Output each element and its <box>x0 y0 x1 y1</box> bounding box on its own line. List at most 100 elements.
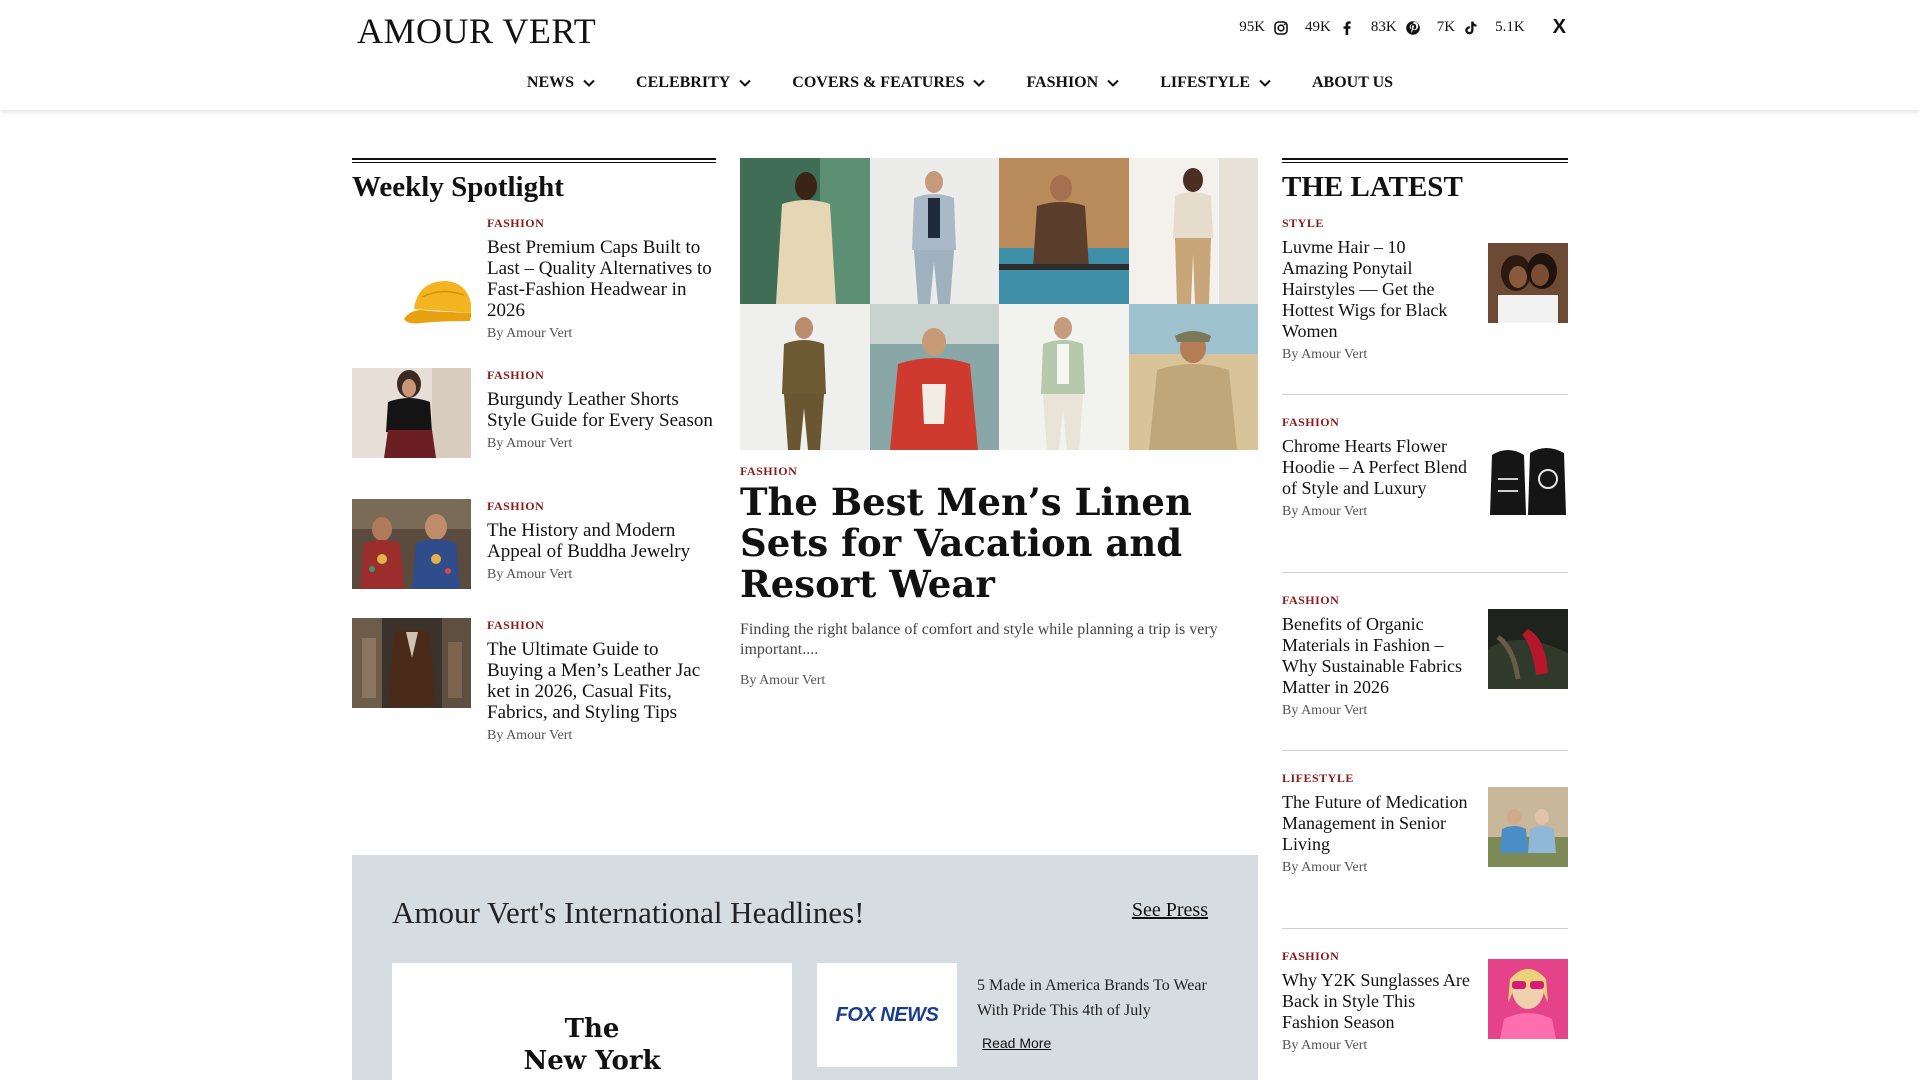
mosaic-photo <box>999 158 1129 304</box>
pinterest-icon <box>1405 20 1421 36</box>
article-byline: By Amour Vert <box>1282 703 1368 718</box>
article-category[interactable]: STYLE <box>1282 216 1472 231</box>
article-title[interactable]: The Future of Medication Management in S… <box>1282 792 1472 855</box>
article-thumbnail[interactable] <box>1488 243 1568 323</box>
site-logo[interactable]: AMOUR VERT <box>357 10 596 52</box>
article-title[interactable]: Why Y2K Sunglasses Are Back in Style Thi… <box>1282 970 1472 1033</box>
article-category[interactable]: FASHION <box>1282 415 1472 430</box>
section-title: Amour Vert's International Headlines! <box>392 895 865 930</box>
mosaic-photo <box>1128 304 1258 450</box>
mosaic-photo <box>869 158 999 304</box>
article-category[interactable]: FASHION <box>1282 593 1472 608</box>
chevron-down-icon <box>973 79 986 87</box>
nav-news[interactable]: NEWS <box>527 74 596 92</box>
social-pinterest[interactable]: 83K <box>1371 19 1421 36</box>
article-category[interactable]: FASHION <box>487 368 717 383</box>
article-title[interactable]: The Best Men’s Linen Sets for Vacation a… <box>740 482 1258 605</box>
press-card-fox[interactable]: FOX NEWS <box>817 963 957 1067</box>
article-thumbnail[interactable] <box>352 618 471 708</box>
social-facebook[interactable]: 49K <box>1305 19 1355 36</box>
nav-label: NEWS <box>526 74 575 91</box>
article-thumbnail[interactable] <box>1488 959 1568 1039</box>
nav-label: COVERS & FEATURES <box>792 74 965 91</box>
divider <box>1282 394 1568 395</box>
article-title[interactable]: The Ultimate Guide to Buying a Men’s Lea… <box>487 639 717 723</box>
article-category[interactable]: FASHION <box>487 499 717 514</box>
nyt-logo-line: The <box>564 1014 620 1044</box>
article-category[interactable]: FASHION <box>487 216 717 231</box>
social-count: 49K <box>1305 19 1331 35</box>
chevron-down-icon <box>739 79 752 87</box>
nyt-logo-line: New York <box>523 1046 661 1076</box>
article-title[interactable]: Chrome Hearts Flower Hoodie – A Perfect … <box>1282 436 1472 499</box>
section-rule <box>1282 158 1568 163</box>
read-more-link[interactable]: Read More <box>982 1035 1051 1051</box>
article-thumbnail[interactable] <box>1488 609 1568 689</box>
nyt-logo: The New York <box>392 1013 792 1077</box>
article-title[interactable]: Benefits of Organic Materials in Fashion… <box>1282 614 1472 698</box>
divider <box>1282 572 1568 573</box>
article-byline: By Amour Vert <box>487 567 573 582</box>
nav-label: CELEBRITY <box>636 74 731 91</box>
featured-image[interactable] <box>740 158 1258 450</box>
chevron-down-icon <box>1259 79 1271 87</box>
chevron-down-icon <box>583 79 595 87</box>
mosaic-photo <box>740 158 870 304</box>
mosaic-photo <box>999 304 1129 450</box>
article-excerpt: Finding the right balance of comfort and… <box>740 621 1218 658</box>
press-section: Amour Vert's International Headlines! Se… <box>352 855 1258 1080</box>
article-byline: By Amour Vert <box>740 673 826 688</box>
chevron-down-icon <box>1107 79 1119 87</box>
article-byline: By Amour Vert <box>1282 1038 1368 1053</box>
article-thumbnail[interactable] <box>352 251 471 341</box>
article-thumbnail[interactable] <box>1488 787 1568 867</box>
divider <box>1282 750 1568 751</box>
social-x[interactable]: 5.1K X <box>1495 16 1566 39</box>
article-title[interactable]: The History and Modern Appeal of Buddha … <box>487 520 717 562</box>
mosaic-photo <box>1128 158 1258 304</box>
social-count: 95K <box>1239 19 1266 35</box>
x-icon: X <box>1552 16 1566 38</box>
facebook-icon <box>1339 20 1355 36</box>
weekly-spotlight: Weekly Spotlight FASHION Best Premium Ca… <box>352 158 716 743</box>
article-category[interactable]: LIFESTYLE <box>1282 771 1472 786</box>
nav-covers-features[interactable]: COVERS & FEATURES <box>792 74 986 92</box>
nav-about-us[interactable]: ABOUT US <box>1312 74 1393 92</box>
nav-fashion[interactable]: FASHION <box>1026 74 1120 92</box>
latest-section: THE LATEST STYLE Luvme Hair – 10 Amazing… <box>1282 158 1568 1053</box>
article-byline: By Amour Vert <box>1282 860 1368 875</box>
fox-news-logo: FOX NEWS <box>835 1003 939 1026</box>
nav-label: FASHION <box>1026 74 1099 91</box>
article-byline: By Amour Vert <box>487 326 573 341</box>
see-press-link[interactable]: See Press <box>1132 899 1208 922</box>
article-category[interactable]: FASHION <box>1282 949 1472 964</box>
tiktok-icon <box>1463 20 1479 36</box>
article-title[interactable]: Best Premium Caps Built to Last – Qualit… <box>487 237 717 321</box>
nav-lifestyle[interactable]: LIFESTYLE <box>1160 74 1272 92</box>
article-byline: By Amour Vert <box>1282 504 1368 519</box>
article-thumbnail[interactable] <box>352 499 471 589</box>
social-tiktok[interactable]: 7K <box>1437 19 1479 36</box>
press-headline[interactable]: 5 Made in America Brands To Wear With Pr… <box>977 973 1227 1023</box>
social-links: 95K 49K 83K 7K 5.1K X <box>1223 16 1566 39</box>
article-title[interactable]: Burgundy Leather Shorts Style Guide for … <box>487 389 717 431</box>
instagram-icon <box>1273 20 1289 36</box>
article-thumbnail[interactable] <box>1488 439 1568 519</box>
press-card-nyt[interactable]: The New York <box>392 963 792 1080</box>
nav-celebrity[interactable]: CELEBRITY <box>636 74 752 92</box>
section-title: THE LATEST <box>1282 171 1463 203</box>
section-rule <box>352 158 716 163</box>
social-count: 5.1K <box>1495 19 1525 35</box>
social-count: 83K <box>1370 19 1397 35</box>
mosaic-photo <box>869 304 999 450</box>
mosaic-photo <box>740 304 870 450</box>
divider <box>1282 928 1568 929</box>
site-header: AMOUR VERT 95K 49K 83K 7K 5.1K X NEWS CE… <box>0 0 1920 110</box>
article-thumbnail[interactable] <box>352 368 471 458</box>
article-byline: By Amour Vert <box>487 436 573 451</box>
article-category[interactable]: FASHION <box>487 618 717 633</box>
article-byline: By Amour Vert <box>1282 347 1368 362</box>
article-title[interactable]: Luvme Hair – 10 Amazing Ponytail Hairsty… <box>1282 237 1472 342</box>
social-instagram[interactable]: 95K <box>1239 19 1289 36</box>
article-category[interactable]: FASHION <box>740 464 797 479</box>
